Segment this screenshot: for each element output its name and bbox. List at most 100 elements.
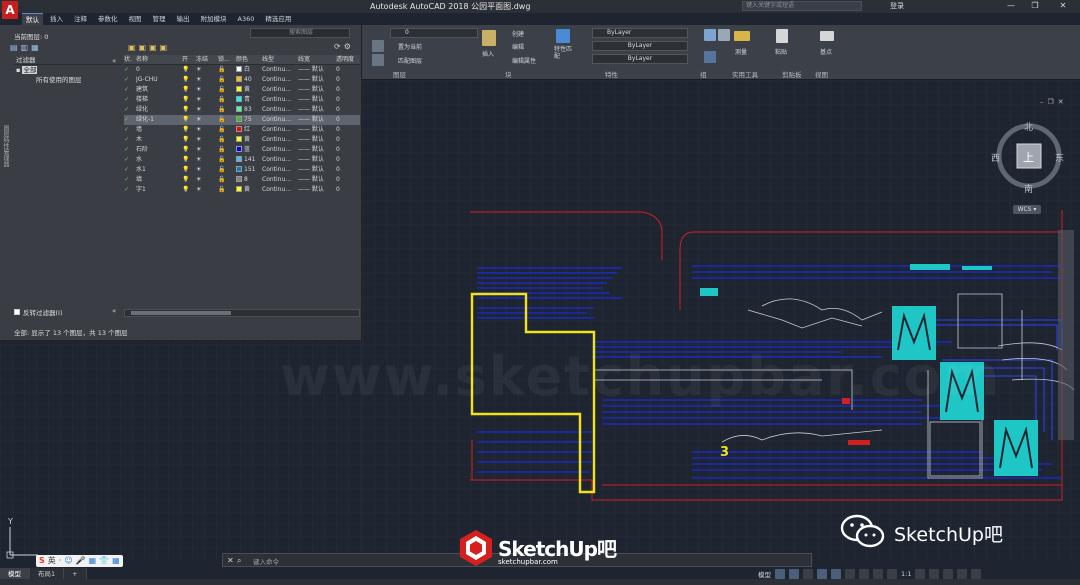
model-space-button[interactable]: 模型 xyxy=(758,569,771,579)
layer-lineweight[interactable]: —— 默认 xyxy=(298,145,336,155)
group-label-layers[interactable]: 图层 xyxy=(393,69,406,79)
autocad-logo[interactable]: A xyxy=(2,1,18,19)
layer-color[interactable]: 75 xyxy=(236,115,262,125)
viewcube[interactable]: 北 南 东 西 上 xyxy=(991,120,1065,210)
layer-color[interactable]: 黄 xyxy=(236,185,262,195)
viewcube-north[interactable]: 北 xyxy=(1024,120,1033,133)
layer-linetype[interactable]: Continu... xyxy=(262,105,298,115)
layer-freeze-icon[interactable]: ☀ xyxy=(196,155,218,165)
layer-on-icon[interactable]: 💡 xyxy=(182,155,196,165)
layer-name[interactable]: 楼梯 xyxy=(136,95,182,105)
snap-toggle-icon[interactable] xyxy=(789,569,799,579)
base-point-button[interactable]: 基点 xyxy=(820,47,832,56)
lineweight-dropdown[interactable]: ByLayer xyxy=(592,54,688,64)
col-linetype[interactable]: 线型 xyxy=(262,55,298,64)
layer-on-icon[interactable]: 💡 xyxy=(182,115,196,125)
layer-row[interactable]: ✓ 石阶 💡 ☀ 🔓 蓝 Continu... —— 默认 0 xyxy=(124,145,360,155)
layer-freeze-icon[interactable]: ☀ xyxy=(196,95,218,105)
layer-row[interactable]: ✓ 墙 💡 ☀ 🔓 红 Continu... —— 默认 0 xyxy=(124,125,360,135)
layer-color[interactable]: 红 xyxy=(236,125,262,135)
layer-status-icon[interactable]: ✓ xyxy=(124,65,136,75)
ime-lang-toggle[interactable]: 英 xyxy=(48,555,56,567)
layer-on-icon[interactable]: 💡 xyxy=(182,75,196,85)
layer-linetype[interactable]: Continu... xyxy=(262,65,298,75)
layer-toolbar-icons[interactable]: ▣▣▣▣ xyxy=(128,43,170,52)
layer-transparency[interactable]: 0 xyxy=(336,145,360,155)
layer-lineweight[interactable]: —— 默认 xyxy=(298,155,336,165)
col-freeze[interactable]: 冻结 xyxy=(196,55,218,64)
layer-transparency[interactable]: 0 xyxy=(336,175,360,185)
layer-freeze-icon[interactable]: ☀ xyxy=(196,145,218,155)
layer-transparency[interactable]: 0 xyxy=(336,155,360,165)
ime-emoji-icon[interactable]: ☺ xyxy=(64,555,72,567)
layer-status-icon[interactable]: ✓ xyxy=(124,165,136,175)
layer-status-icon[interactable]: ✓ xyxy=(124,135,136,145)
annotation-scale[interactable]: 1:1 xyxy=(901,570,911,578)
layer-name[interactable]: 字1 xyxy=(136,185,182,195)
layer-color[interactable]: 黄 xyxy=(236,135,262,145)
layer-name[interactable]: 水1 xyxy=(136,165,182,175)
layer-lock-icon[interactable]: 🔓 xyxy=(218,175,236,185)
layer-properties-manager[interactable]: 当前图层: 0 搜索图层 ▣▣▣▣ ▤▥▦ ⟳⚙ 过滤器 ▪ 全部 所有使用的图… xyxy=(0,25,362,341)
layer-on-icon[interactable]: 💡 xyxy=(182,85,196,95)
layer-on-icon[interactable]: 💡 xyxy=(182,135,196,145)
layer-linetype[interactable]: Continu... xyxy=(262,95,298,105)
layer-status-icon[interactable]: ✓ xyxy=(124,175,136,185)
layer-transparency[interactable]: 0 xyxy=(336,165,360,175)
layer-color[interactable]: 151 xyxy=(236,165,262,175)
layer-status-icon[interactable]: ✓ xyxy=(124,85,136,95)
layer-lineweight[interactable]: —— 默认 xyxy=(298,75,336,85)
layer-status-icon[interactable]: ✓ xyxy=(124,115,136,125)
ime-skin-icon[interactable]: 👕 xyxy=(99,555,109,567)
group-label-groups[interactable]: 组 xyxy=(700,69,707,79)
layer-lineweight[interactable]: —— 默认 xyxy=(298,175,336,185)
ortho-toggle-icon[interactable] xyxy=(803,569,813,579)
match-properties-icon[interactable] xyxy=(556,29,570,43)
create-block-button[interactable]: 创建 xyxy=(512,29,524,38)
layer-row[interactable]: ✓ JG-CHU 💡 ☀ 🔓 40 Continu... —— 默认 0 xyxy=(124,75,360,85)
layer-status-icon[interactable]: ✓ xyxy=(124,145,136,155)
col-transparency[interactable]: 透明度 xyxy=(336,55,360,64)
layer-lineweight[interactable]: —— 默认 xyxy=(298,95,336,105)
group-label-properties[interactable]: 特性 xyxy=(605,69,618,79)
layer-on-icon[interactable]: 💡 xyxy=(182,165,196,175)
layer-status-icon[interactable]: ✓ xyxy=(124,75,136,85)
layer-on-icon[interactable]: 💡 xyxy=(182,125,196,135)
insert-block-icon[interactable] xyxy=(482,30,496,46)
layer-linetype[interactable]: Continu... xyxy=(262,135,298,145)
layer-lock-icon[interactable]: 🔓 xyxy=(218,105,236,115)
layer-name[interactable]: 石阶 xyxy=(136,145,182,155)
match-layer-button[interactable]: 匹配图层 xyxy=(398,56,422,65)
layer-lock-icon[interactable]: 🔓 xyxy=(218,65,236,75)
ungroup-icon[interactable] xyxy=(718,29,730,41)
polar-toggle-icon[interactable] xyxy=(817,569,827,579)
command-input[interactable]: 键入命令 xyxy=(253,556,279,566)
layer-status-icon[interactable]: ✓ xyxy=(124,185,136,195)
layer-freeze-icon[interactable]: ☀ xyxy=(196,185,218,195)
layer-lineweight[interactable]: —— 默认 xyxy=(298,125,336,135)
edit-block-button[interactable]: 编辑 xyxy=(512,42,524,51)
layer-freeze-icon[interactable]: ☀ xyxy=(196,105,218,115)
layer-on-icon[interactable]: 💡 xyxy=(182,65,196,75)
paste-button[interactable]: 粘贴 xyxy=(775,47,787,56)
set-current-button[interactable]: 置为当前 xyxy=(398,42,422,51)
layer-lock-icon[interactable]: 🔓 xyxy=(218,85,236,95)
transparency-toggle-icon[interactable] xyxy=(859,569,869,579)
layer-name[interactable]: 0 xyxy=(136,65,182,75)
linetype-dropdown[interactable]: ByLayer xyxy=(592,41,688,51)
filter-all-used[interactable]: 所有使用的图层 xyxy=(14,75,122,85)
layer-color[interactable]: 141 xyxy=(236,155,262,165)
layer-dropdown[interactable]: 0 xyxy=(390,28,478,38)
layer-transparency[interactable]: 0 xyxy=(336,65,360,75)
layer-name[interactable]: 木 xyxy=(136,135,182,145)
isolate-objects-icon[interactable] xyxy=(929,569,940,579)
layer-linetype[interactable]: Continu... xyxy=(262,145,298,155)
osnap-toggle-icon[interactable] xyxy=(831,569,841,579)
layer-row[interactable]: ✓ 绿化-1 💡 ☀ 🔓 75 Continu... —— 默认 0 xyxy=(124,115,360,125)
layer-lock-icon[interactable]: 🔓 xyxy=(218,145,236,155)
tab-addins[interactable]: 附加模块 xyxy=(197,13,231,25)
layer-linetype[interactable]: Continu... xyxy=(262,165,298,175)
layer-status-icon[interactable]: ✓ xyxy=(124,155,136,165)
layer-lock-icon[interactable]: 🔓 xyxy=(218,155,236,165)
layer-color[interactable]: 40 xyxy=(236,75,262,85)
